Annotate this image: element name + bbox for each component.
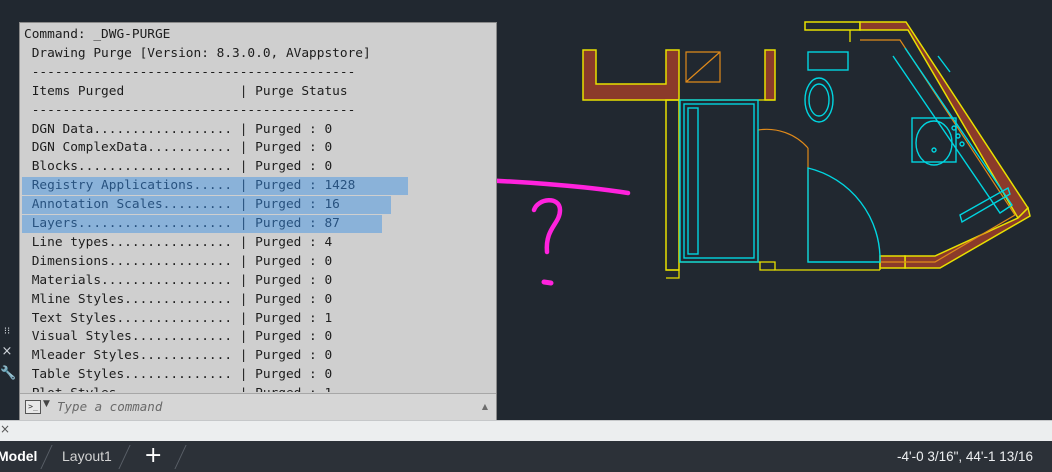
dropdown-caret-icon[interactable]: ▼: [43, 399, 50, 409]
command-input[interactable]: Type a command: [57, 399, 162, 414]
tab-model[interactable]: Model: [0, 441, 37, 472]
command-input-bar[interactable]: >_ ▼ Type a command ▲: [20, 393, 496, 420]
history-line: Plot Styles............... | Purged : 1: [24, 385, 332, 392]
tab-divider: [174, 445, 187, 469]
cursor-coordinates[interactable]: -4'-0 3/16", 44'-1 13/16: [897, 441, 1033, 472]
history-line: Materials................. | Purged : 0: [24, 272, 333, 288]
tab-divider: [40, 445, 53, 469]
grip-icon[interactable]: ⁝⁝: [0, 326, 14, 337]
command-prompt-icon[interactable]: >_: [25, 400, 41, 414]
history-line: Dimensions................ | Purged : 0: [24, 253, 333, 269]
history-line: Items Purged | Purge Status: [24, 83, 348, 99]
scroll-up-arrow-icon[interactable]: ▲: [482, 402, 488, 411]
history-line: Command: _DWG-PURGE: [24, 27, 171, 42]
history-line: DGN ComplexData........... | Purged : 0: [24, 140, 333, 156]
history-line: Annotation Scales......... | Purged : 16: [22, 196, 391, 215]
command-window-toolbar: ⁝⁝ × 🔧: [0, 326, 16, 396]
history-line: DGN Data.................. | Purged : 0: [24, 121, 333, 137]
command-line-window[interactable]: Command: _DWG-PURGE Drawing Purge [Versi…: [19, 22, 497, 421]
history-line: Registry Applications..... | Purged : 14…: [22, 177, 408, 196]
inner-walls: [685, 39, 1016, 263]
history-line: Visual Styles............. | Purged : 0: [24, 329, 333, 345]
wrench-icon[interactable]: 🔧: [0, 366, 16, 381]
tab-layout1[interactable]: Layout1: [62, 441, 112, 472]
close-icon[interactable]: ×: [0, 422, 10, 436]
command-history[interactable]: Command: _DWG-PURGE Drawing Purge [Versi…: [20, 23, 496, 392]
history-line: Text Styles............... | Purged : 1: [24, 310, 333, 326]
history-line: Table Styles.............. | Purged : 0: [24, 367, 333, 383]
tab-divider: [118, 445, 131, 469]
history-line: Drawing Purge [Version: 8.3.0.0, AVappst…: [24, 45, 371, 61]
history-line: Layers.................... | Purged : 87: [22, 215, 382, 233]
layout-tab-bar: Model Layout1 + -4'-0 3/16", 44'-1 13/16: [0, 441, 1052, 472]
fixtures: [679, 47, 1013, 263]
add-layout-button[interactable]: +: [144, 441, 162, 472]
history-line: ----------------------------------------…: [24, 64, 356, 80]
history-line: Mleader Styles............ | Purged : 0: [24, 348, 333, 364]
history-line: Blocks.................... | Purged : 0: [24, 159, 333, 175]
close-icon[interactable]: ×: [0, 344, 14, 359]
drawing-canvas[interactable]: I Command: _DWG-PURGE Drawing Purge [Ver…: [0, 0, 1052, 421]
command-line-strip[interactable]: ×: [0, 420, 1052, 441]
history-line: Line types................ | Purged : 4: [24, 234, 333, 250]
history-line: ----------------------------------------…: [24, 102, 356, 118]
history-line: Mline Styles.............. | Purged : 0: [24, 291, 333, 307]
